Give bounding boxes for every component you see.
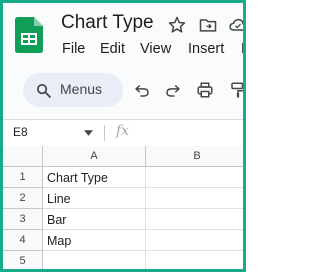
screenshot-frame: Chart Type File Edit View Insert F Menus <box>0 0 246 272</box>
column-header-a[interactable]: A <box>43 146 146 167</box>
menu-format[interactable]: F <box>241 41 243 57</box>
cell-a4[interactable]: Map <box>43 230 146 251</box>
spreadsheet-grid: A B 1 Chart Type 2 Line 3 Bar 4 Map 5 <box>3 146 243 269</box>
menu-view[interactable]: View <box>140 41 171 57</box>
cell-value: Line <box>47 192 71 206</box>
undo-icon[interactable] <box>133 81 151 99</box>
formula-bar-divider <box>104 125 105 141</box>
cell-value: Chart Type <box>47 171 108 185</box>
print-icon[interactable] <box>196 81 214 99</box>
document-title[interactable]: Chart Type <box>61 12 154 34</box>
name-box[interactable]: E8 <box>13 125 28 139</box>
google-sheets-logo-icon[interactable] <box>15 17 43 53</box>
star-icon[interactable] <box>167 15 187 35</box>
cell-value: Map <box>47 234 72 248</box>
row-header-3[interactable]: 3 <box>3 209 43 230</box>
row-header-5[interactable]: 5 <box>3 251 43 269</box>
cell-b3[interactable] <box>146 209 243 230</box>
cell-value: Bar <box>47 213 67 227</box>
menu-file[interactable]: File <box>62 41 85 57</box>
row-header-4[interactable]: 4 <box>3 230 43 251</box>
menu-insert[interactable]: Insert <box>188 41 224 57</box>
row-number: 4 <box>19 234 26 246</box>
cell-b4[interactable] <box>146 230 243 251</box>
row-number: 1 <box>19 171 26 183</box>
cloud-status-icon[interactable] <box>228 15 246 35</box>
menu-edit[interactable]: Edit <box>100 41 125 57</box>
row-header-1[interactable]: 1 <box>3 167 43 188</box>
fx-icon: fx <box>116 123 130 139</box>
column-header-b[interactable]: B <box>146 146 243 167</box>
column-header-a-label: A <box>90 150 98 162</box>
cell-b5[interactable] <box>146 251 243 269</box>
cell-b2[interactable] <box>146 188 243 209</box>
select-all-corner[interactable] <box>3 146 43 167</box>
search-menus-button[interactable]: Menus <box>23 73 123 107</box>
cell-a2[interactable]: Line <box>43 188 146 209</box>
search-menus-label: Menus <box>60 81 103 97</box>
cell-a5[interactable] <box>43 251 146 269</box>
row-number: 5 <box>19 255 26 267</box>
cell-a3[interactable]: Bar <box>43 209 146 230</box>
paint-format-icon[interactable] <box>229 81 246 99</box>
move-to-folder-icon[interactable] <box>198 15 218 35</box>
row-number: 2 <box>19 192 26 204</box>
redo-icon[interactable] <box>164 81 182 99</box>
search-icon <box>36 83 51 98</box>
name-box-dropdown-icon[interactable] <box>84 130 93 136</box>
column-header-b-label: B <box>193 150 201 162</box>
row-number: 3 <box>19 213 26 225</box>
row-header-2[interactable]: 2 <box>3 188 43 209</box>
cell-a1[interactable]: Chart Type <box>43 167 146 188</box>
cell-b1[interactable] <box>146 167 243 188</box>
formula-bar: E8 fx <box>3 119 243 147</box>
